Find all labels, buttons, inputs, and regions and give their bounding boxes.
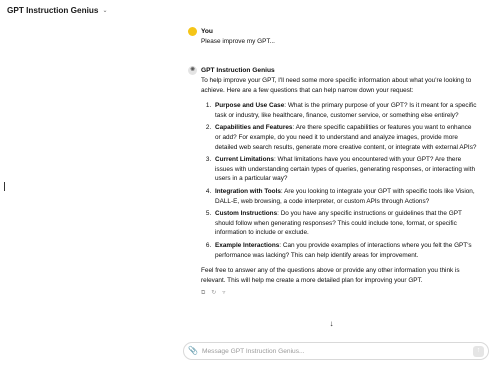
copy-icon[interactable]: ⧉: [201, 289, 205, 298]
text-cursor: [4, 182, 5, 191]
gpt-avatar-icon: ✺: [188, 66, 197, 75]
message-actions: ⧉ ↻ ▿: [201, 289, 478, 298]
message-composer: 📎 ↑: [183, 342, 489, 360]
list-item: Purpose and Use Case: What is the primar…: [213, 101, 478, 120]
scroll-down-button[interactable]: ↓: [327, 319, 336, 328]
thumbs-down-icon[interactable]: ▿: [222, 289, 225, 298]
send-button[interactable]: ↑: [473, 345, 484, 357]
question-list: Purpose and Use Case: What is the primar…: [201, 101, 478, 260]
regenerate-icon[interactable]: ↻: [211, 289, 216, 298]
assistant-message: ✺ GPT Instruction Genius To help improve…: [188, 66, 478, 298]
paperclip-icon[interactable]: 📎: [184, 345, 202, 357]
list-item: Current Limitations: What limitations ha…: [213, 155, 478, 184]
page-title: GPT Instruction Genius: [7, 5, 99, 15]
avatar: [188, 27, 197, 36]
message-author: GPT Instruction Genius: [201, 67, 275, 74]
list-item: Example Interactions: Can you provide ex…: [213, 241, 478, 260]
message-text: Please improve my GPT...: [201, 37, 275, 45]
message-intro: To help improve your GPT, I'll need some…: [201, 76, 472, 94]
chevron-down-icon: ⌄: [102, 7, 108, 14]
message-outro: Feel free to answer any of the questions…: [201, 267, 460, 284]
list-item: Custom Instructions: Do you have any spe…: [213, 209, 478, 238]
list-item: Integration with Tools: Are you looking …: [213, 187, 478, 206]
message-input[interactable]: [202, 347, 473, 355]
gpt-selector[interactable]: GPT Instruction Genius ⌄: [7, 4, 107, 18]
message-author: You: [201, 28, 213, 35]
user-message: You Please improve my GPT...: [188, 27, 478, 47]
list-item: Capabilities and Features: Are there spe…: [213, 123, 478, 152]
